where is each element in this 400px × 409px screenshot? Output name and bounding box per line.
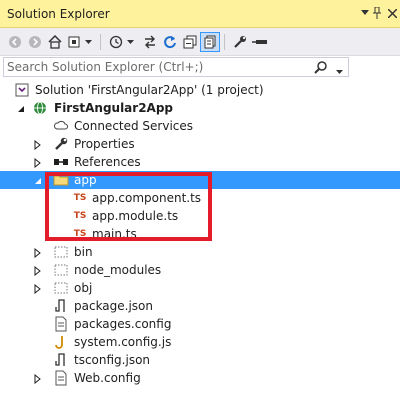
tree-item-label: package.json xyxy=(74,299,154,313)
toolbar xyxy=(0,28,400,56)
folder-dotted-icon xyxy=(53,244,69,260)
web-project-icon xyxy=(32,100,48,116)
collapsed-arrow-icon[interactable] xyxy=(33,373,43,385)
collapsed-arrow-icon[interactable] xyxy=(33,265,43,277)
wrench-icon xyxy=(53,136,69,152)
back-icon[interactable] xyxy=(5,32,25,52)
search-options-dropdown-icon[interactable] xyxy=(336,64,343,78)
tree-item-bin[interactable]: bin xyxy=(0,243,400,261)
home-icon[interactable] xyxy=(45,32,65,52)
window-title: Solution Explorer xyxy=(7,7,110,21)
references-icon xyxy=(53,154,69,170)
collapse-all-icon[interactable] xyxy=(180,32,200,52)
tree-item-label: obj xyxy=(74,281,93,295)
tree-item-packages-config[interactable]: packages.config xyxy=(0,315,400,333)
dropdown-icon[interactable] xyxy=(82,32,94,52)
config-file-icon xyxy=(53,316,69,332)
tree-item-label: Solution 'FirstAngular2App' (1 project) xyxy=(35,83,264,97)
tree-item-node-modules[interactable]: node_modules xyxy=(0,261,400,279)
tree-item-label: node_modules xyxy=(74,263,162,277)
tree-item-references[interactable]: References xyxy=(0,153,400,171)
search-icon[interactable] xyxy=(314,60,328,77)
tree-item-properties[interactable]: Properties xyxy=(0,135,400,153)
tree-item-project[interactable]: FirstAngular2App xyxy=(0,99,400,117)
search-input[interactable] xyxy=(7,59,307,75)
tree-item-system-config-js[interactable]: system.config.js xyxy=(0,333,400,351)
tree-item-package-json[interactable]: package.json xyxy=(0,297,400,315)
collapsed-arrow-icon[interactable] xyxy=(33,283,43,295)
close-icon[interactable] xyxy=(385,6,399,20)
tree-item-solution[interactable]: Solution 'FirstAngular2App' (1 project) xyxy=(0,81,400,99)
tree-item-tsconfig-json[interactable]: tsconfig.json xyxy=(0,351,400,369)
json-file-icon xyxy=(53,352,69,368)
tree-item-label: tsconfig.json xyxy=(74,353,151,367)
tree-item-label: bin xyxy=(74,245,93,259)
highlight-annotation-box xyxy=(45,172,212,241)
collapsed-arrow-icon[interactable] xyxy=(33,139,43,151)
show-all-files-icon[interactable] xyxy=(200,32,220,52)
dropdown-icon[interactable] xyxy=(124,32,136,52)
tree-item-connected-services[interactable]: Connected Services xyxy=(0,117,400,135)
json-file-icon xyxy=(53,298,69,314)
search-box[interactable] xyxy=(3,57,349,77)
expanded-arrow-icon[interactable] xyxy=(33,175,43,185)
tree-item-label: Connected Services xyxy=(74,119,194,133)
tree-item-label: Web.config xyxy=(74,371,141,385)
pin-icon[interactable] xyxy=(370,6,384,20)
collapsed-arrow-icon[interactable] xyxy=(33,247,43,259)
config-file-icon xyxy=(53,370,69,386)
preview-icon[interactable] xyxy=(250,32,270,52)
sync-icon[interactable] xyxy=(140,32,160,52)
history-icon[interactable] xyxy=(106,32,126,52)
folder-dotted-icon xyxy=(53,262,69,278)
tree-item-label: system.config.js xyxy=(74,335,172,349)
cloud-icon xyxy=(53,118,69,134)
tree-item-label: packages.config xyxy=(74,317,172,331)
tree-item-label: Properties xyxy=(74,137,135,151)
tree-item-label: References xyxy=(74,155,141,169)
title-bar: Solution Explorer xyxy=(0,0,400,28)
forward-icon[interactable] xyxy=(25,32,45,52)
tree-item-label: FirstAngular2App xyxy=(54,101,174,115)
collapsed-arrow-icon[interactable] xyxy=(33,157,43,169)
expanded-arrow-icon[interactable] xyxy=(16,103,26,113)
js-file-icon xyxy=(53,334,69,350)
tree-item-web-config[interactable]: Web.config xyxy=(0,369,400,387)
refresh-icon[interactable] xyxy=(160,32,180,52)
tree-item-obj[interactable]: obj xyxy=(0,279,400,297)
properties-icon[interactable] xyxy=(230,32,250,52)
solution-icon xyxy=(14,82,30,98)
folder-dotted-icon xyxy=(53,280,69,296)
